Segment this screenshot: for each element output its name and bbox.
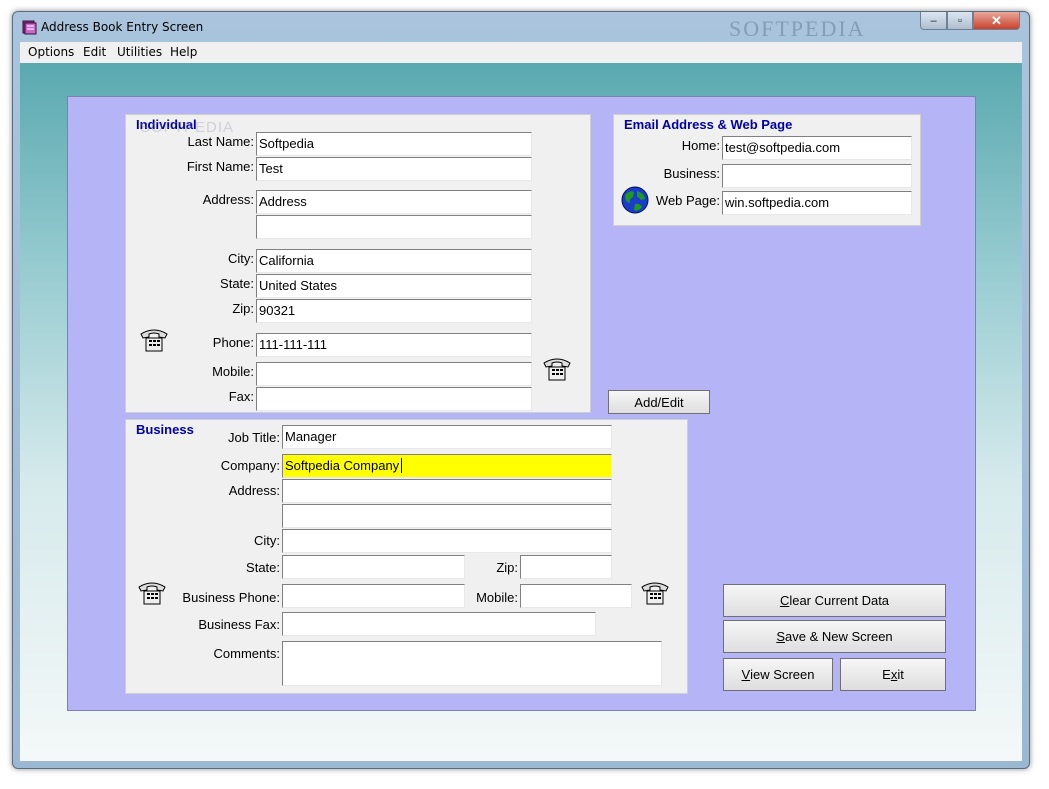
- application-window: Address Book Entry Screen SOFTPEDIA – ▫ …: [12, 11, 1030, 769]
- first-name-field[interactable]: Test: [256, 157, 532, 181]
- clear-current-data-button[interactable]: Clear Current Data: [723, 584, 946, 617]
- fax-field[interactable]: [256, 387, 532, 411]
- add-edit-button[interactable]: Add/Edit: [608, 390, 710, 414]
- menu-edit[interactable]: Edit: [83, 45, 106, 59]
- business-address-label: Address:: [228, 483, 280, 498]
- business-phone-label: Business Phone:: [182, 590, 280, 605]
- address-label: Address:: [202, 192, 254, 207]
- city-label: City:: [228, 251, 254, 266]
- business-phone-field[interactable]: [282, 584, 465, 608]
- comments-field[interactable]: [282, 641, 662, 686]
- telephone-icon[interactable]: [136, 577, 168, 607]
- web-page-label: Web Page:: [655, 193, 720, 208]
- telephone-icon[interactable]: [541, 353, 573, 383]
- company-value: Softpedia Company: [285, 458, 400, 473]
- business-fax-field[interactable]: [282, 612, 596, 636]
- company-field[interactable]: Softpedia Company: [282, 454, 612, 478]
- view-label-rest: iew Screen: [750, 667, 815, 682]
- zip-field[interactable]: 90321: [256, 299, 532, 323]
- job-title-label: Job Title:: [227, 430, 280, 445]
- clear-label-rest: lear Current Data: [789, 593, 890, 608]
- web-page-field[interactable]: win.softpedia.com: [722, 191, 912, 215]
- business-address-line1-field[interactable]: [282, 479, 612, 503]
- business-zip-label: Zip:: [496, 560, 518, 575]
- address-book-app-icon: [22, 20, 37, 35]
- menu-utilities[interactable]: Utilities: [117, 45, 162, 59]
- state-field[interactable]: United States: [256, 274, 532, 298]
- business-zip-field[interactable]: [520, 555, 612, 579]
- first-name-label: First Name:: [186, 159, 254, 174]
- exit-button[interactable]: Ex it: [840, 658, 946, 691]
- telephone-icon[interactable]: [639, 577, 671, 607]
- menu-options[interactable]: Options: [28, 45, 74, 59]
- comments-label: Comments:: [213, 646, 280, 661]
- close-button[interactable]: ✕: [973, 12, 1020, 30]
- minimize-button[interactable]: –: [920, 12, 947, 30]
- job-title-field[interactable]: Manager: [282, 425, 612, 449]
- business-city-label: City:: [254, 533, 280, 548]
- state-label: State:: [220, 276, 254, 291]
- business-mobile-label: Mobile:: [476, 590, 518, 605]
- home-email-field[interactable]: test@softpedia.com: [722, 136, 912, 160]
- clear-mnemonic: C: [779, 593, 790, 608]
- individual-group: Individual SOFTPEDIA Last Name: Softpedi…: [125, 114, 591, 413]
- phone-field[interactable]: 111-111-111: [256, 333, 532, 357]
- business-group: Business Job Title: Manager Company: Sof…: [125, 419, 688, 694]
- business-email-label: Business:: [663, 166, 720, 181]
- last-name-field[interactable]: Softpedia: [256, 132, 532, 156]
- save-mnemonic: S: [776, 629, 785, 644]
- mobile-field[interactable]: [256, 362, 532, 386]
- company-label: Company:: [220, 458, 280, 473]
- business-email-field[interactable]: [722, 164, 912, 188]
- entry-panel: Individual SOFTPEDIA Last Name: Softpedi…: [67, 96, 976, 711]
- zip-label: Zip:: [232, 301, 254, 316]
- home-email-label: Home:: [681, 138, 720, 153]
- view-mnemonic: V: [741, 667, 751, 682]
- business-mobile-field[interactable]: [520, 584, 632, 608]
- exit-label-rest: it: [897, 667, 904, 682]
- address-line2-field[interactable]: [256, 215, 532, 239]
- email-web-group: Email Address & Web Page Home: test@soft…: [613, 114, 921, 226]
- menu-help[interactable]: Help: [170, 45, 197, 59]
- city-field[interactable]: California: [256, 249, 532, 273]
- text-cursor: [401, 458, 403, 473]
- business-fax-label: Business Fax:: [198, 617, 280, 632]
- fax-label: Fax:: [228, 389, 254, 404]
- address-line1-field[interactable]: Address: [256, 190, 532, 214]
- mobile-label: Mobile:: [212, 364, 254, 379]
- business-state-field[interactable]: [282, 555, 465, 579]
- business-city-field[interactable]: [282, 529, 612, 553]
- maximize-button[interactable]: ▫: [947, 12, 973, 30]
- business-address-line2-field[interactable]: [282, 504, 612, 528]
- watermark: SOFTPEDIA: [729, 16, 866, 41]
- save-new-screen-button[interactable]: Save & New Screen: [723, 620, 946, 653]
- phone-label: Phone:: [212, 335, 254, 350]
- menu-bar: Options Edit Utilities Help: [20, 42, 1022, 64]
- window-title: Address Book Entry Screen: [41, 20, 204, 34]
- title-bar[interactable]: Address Book Entry Screen SOFTPEDIA – ▫ …: [13, 12, 1029, 42]
- view-screen-button[interactable]: View Screen: [723, 658, 833, 691]
- last-name-label: Last Name:: [187, 134, 254, 149]
- email-web-title: Email Address & Web Page: [624, 117, 793, 132]
- exit-label-pre: E: [882, 667, 891, 682]
- save-label-rest: ave & New Screen: [785, 629, 893, 644]
- client-area: Individual SOFTPEDIA Last Name: Softpedi…: [20, 63, 1022, 761]
- business-state-label: State:: [246, 560, 280, 575]
